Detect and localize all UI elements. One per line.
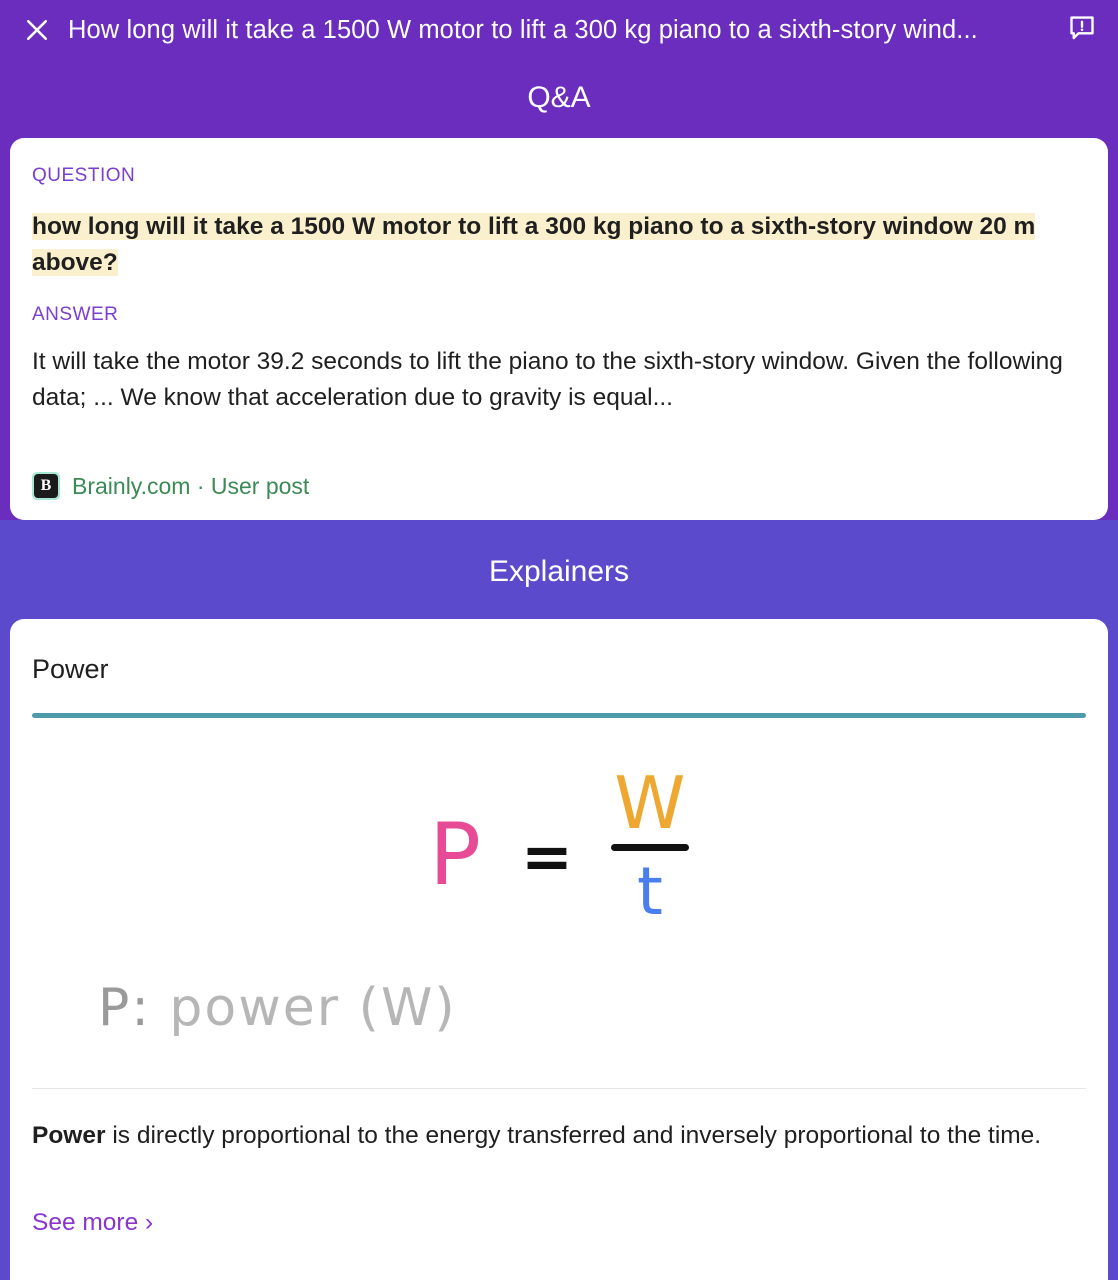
explainer-description-rest: is directly proportional to the energy t…	[105, 1122, 1042, 1149]
explainer-description-bold: Power	[32, 1122, 106, 1149]
page-title: How long will it take a 1500 W motor to …	[68, 16, 978, 44]
explainer-title: Power	[32, 654, 109, 684]
explainer-description: Power is directly proportional to the en…	[10, 1089, 1108, 1153]
explainers-band: Explainers Power P = W t P: power (W) Po…	[0, 520, 1118, 1280]
formula-denominator-time: t	[636, 853, 663, 930]
brainly-logo-icon: B	[32, 472, 60, 500]
question-text: how long will it take a 1500 W motor to …	[32, 213, 1036, 276]
title-bar: How long will it take a 1500 W motor to …	[0, 0, 1118, 60]
explainer-card: Power P = W t P: power (W) Power is dire…	[10, 619, 1108, 1280]
formula-numerator-work: W	[614, 761, 686, 845]
formula-power-symbol: P	[429, 804, 481, 905]
question-block: how long will it take a 1500 W motor to …	[32, 209, 1086, 281]
formula-legend-line: P: power (W)	[98, 980, 457, 1036]
formula-fraction-bar	[610, 844, 689, 851]
close-icon	[22, 15, 52, 45]
source-link[interactable]: Brainly.com · User post	[72, 472, 309, 500]
formula-legend-variable: P:	[98, 978, 151, 1038]
source-attribution-row[interactable]: B Brainly.com · User post	[32, 472, 1086, 500]
formula-equals-sign: =	[520, 819, 573, 893]
close-button[interactable]	[14, 7, 60, 53]
explainers-section-heading: Explainers	[488, 555, 630, 588]
formula-legend-description: power (W)	[169, 978, 457, 1038]
see-more-link[interactable]: See more ›	[10, 1153, 175, 1238]
question-label: QUESTION	[32, 165, 136, 186]
top-purple-band: How long will it take a 1500 W motor to …	[0, 0, 1118, 520]
formula-fraction: W t	[610, 761, 689, 930]
qa-section-heading: Q&A	[527, 81, 591, 114]
feedback-button[interactable]	[1060, 8, 1104, 52]
formula-expression: P = W t	[10, 761, 1108, 930]
answer-label: ANSWER	[32, 304, 119, 325]
brainly-logo-letter: B	[34, 474, 58, 498]
formula-illustration: P = W t P: power (W)	[10, 718, 1108, 1088]
feedback-report-icon	[1067, 13, 1097, 48]
answer-text: It will take the motor 39.2 seconds to l…	[32, 348, 1063, 411]
qa-card: QUESTION how long will it take a 1500 W …	[10, 138, 1108, 520]
